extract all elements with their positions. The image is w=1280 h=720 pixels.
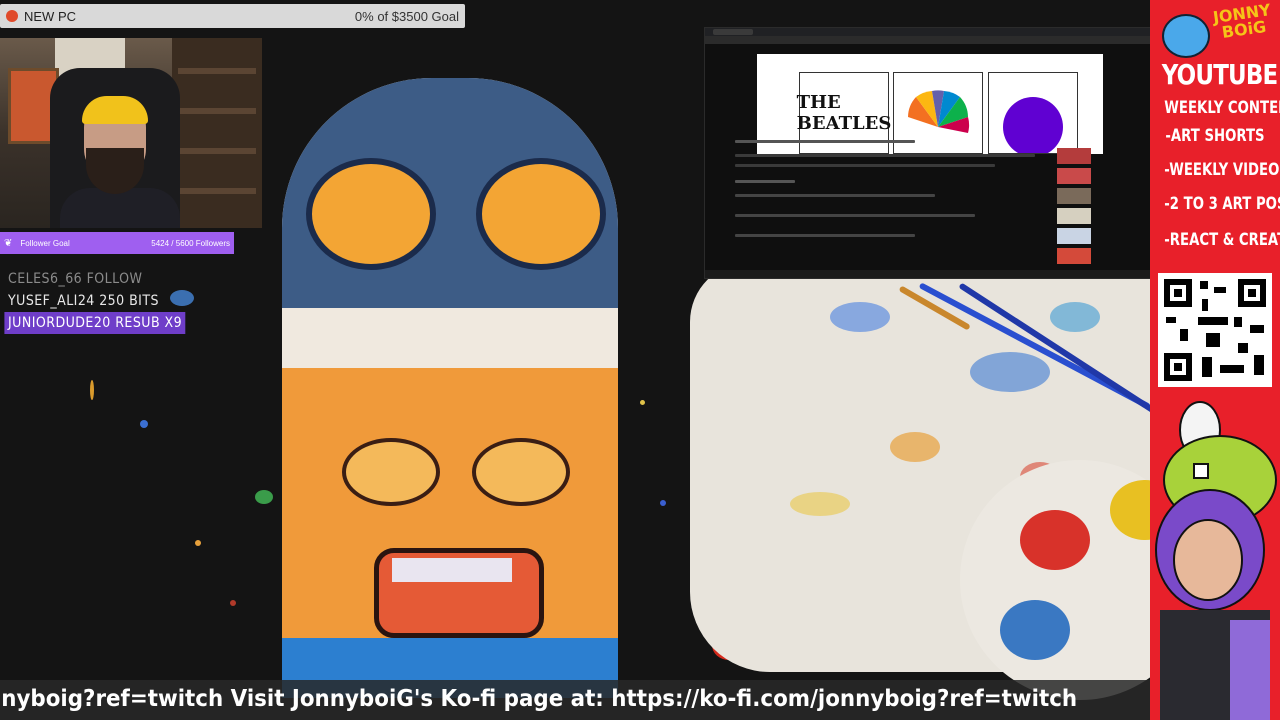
channel-logo: JONNY BOiG <box>1156 0 1276 58</box>
ticker-text: nnyboig?ref=twitch Visit JonnyboiG's Ko-… <box>0 686 1078 712</box>
goal-title: NEW PC <box>24 8 76 24</box>
youtube-heading: YOUTUBE <box>1161 58 1279 91</box>
recent-events-list: CELES6_66 FOLLOW YUSEF_ALI24 250 BITS JU… <box>4 268 205 334</box>
panel-line: -REACT & CREATE <box>1164 230 1280 250</box>
follower-goal-count: 5424 / 5600 Followers <box>151 238 230 248</box>
mascot-illustration <box>1150 400 1280 720</box>
follower-goal-bar: ❦ Follower Goal 5424 / 5600 Followers <box>0 232 234 254</box>
logo-text: JONNY BOiG <box>1211 0 1272 42</box>
donation-goal-bar: NEW PC 0% of $3500 Goal <box>0 4 465 28</box>
screen-capture-browser: THE BEATLES <box>704 27 1152 279</box>
kofi-ticker: nnyboig?ref=twitch Visit JonnyboiG's Ko-… <box>0 680 1150 720</box>
event-item: YUSEF_ALI24 250 BITS <box>8 293 159 309</box>
goal-icon <box>6 10 18 22</box>
panel-line: -WEEKLY VIDEOS <box>1164 160 1280 180</box>
goal-progress-text: 0% of $3500 Goal <box>354 8 459 24</box>
follower-goal-label: Follower Goal <box>20 238 70 248</box>
panel-line: WEEKLY CONTENT <box>1164 98 1280 118</box>
qr-code[interactable] <box>1158 273 1272 387</box>
webcam-feed <box>0 38 262 228</box>
panel-line: -ART SHORTS <box>1165 126 1265 146</box>
event-item: CELES6_66 FOLLOW <box>8 271 143 287</box>
panel-line: -2 TO 3 ART POST <box>1164 194 1280 214</box>
branding-panel: JONNY BOiG YOUTUBE WEEKLY CONTENT -ART S… <box>1150 0 1280 720</box>
heart-icon: ❦ <box>4 237 13 249</box>
skateboard-deck-artwork <box>282 78 618 698</box>
event-item-highlight: JUNIORDUDE20 RESUB X9 <box>4 312 186 334</box>
